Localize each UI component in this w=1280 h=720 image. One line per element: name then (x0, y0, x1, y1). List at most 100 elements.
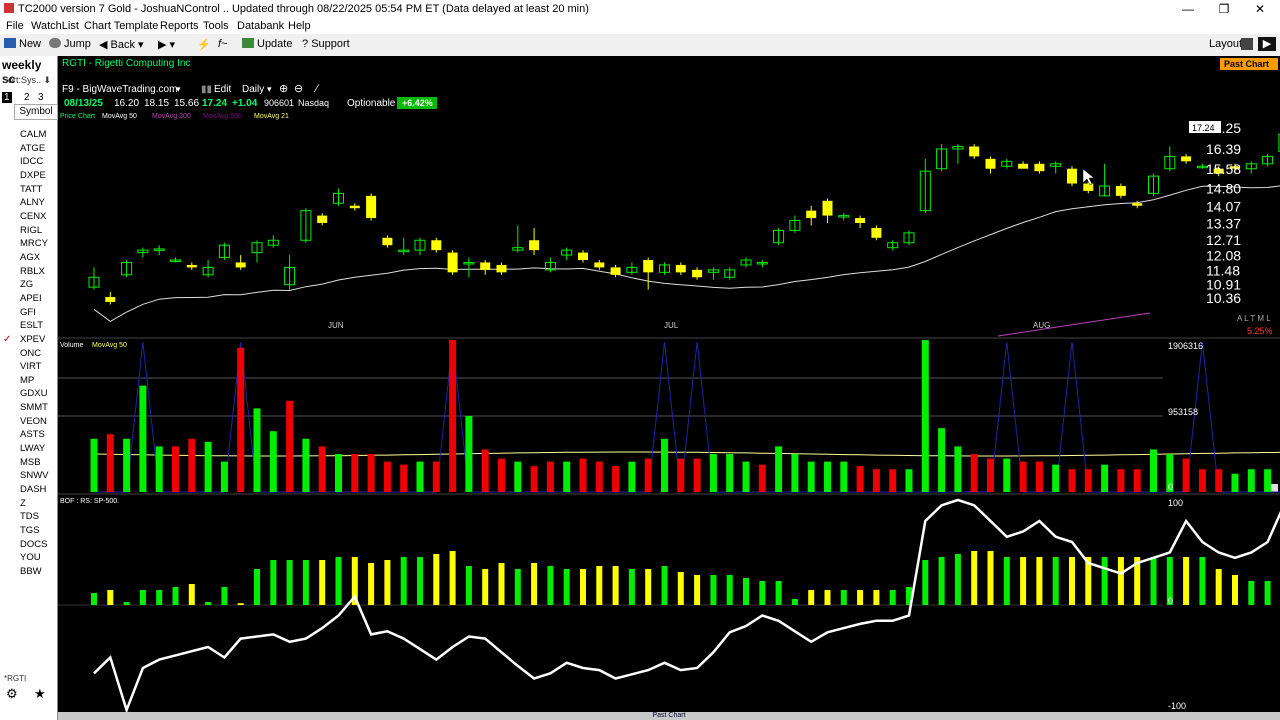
watchlist-symbol-you[interactable]: YOU (0, 551, 57, 565)
bof-bar (775, 581, 782, 605)
page-tab-2[interactable]: 2 (24, 92, 30, 103)
minimize-icon[interactable]: — (1170, 1, 1206, 17)
watchlist-symbol-veon[interactable]: VEON (0, 415, 57, 429)
watchlist-symbol-snwv[interactable]: SNWV (0, 469, 57, 483)
layout-button[interactable]: Layout (1209, 38, 1242, 50)
symbol-label: CALM (20, 129, 47, 140)
new-button[interactable]: New (4, 38, 41, 50)
bof-bar (889, 590, 896, 605)
maximize-icon[interactable]: ❐ (1206, 1, 1242, 17)
volume-bar (709, 454, 717, 492)
bof-label-minus100: -100 (1168, 701, 1186, 711)
period-dropdown-icon[interactable]: ▾ (267, 84, 272, 94)
jump-button[interactable]: Jump (49, 38, 91, 50)
legend-movavg-500[interactable]: MovAvg 500 (203, 113, 242, 120)
chart-tool-icon[interactable]: ⚙ (6, 686, 18, 702)
update-button[interactable]: Update (242, 38, 292, 50)
watchlist-symbol-bbw[interactable]: BBW (0, 565, 57, 579)
bof-bar (482, 569, 489, 605)
watchlist-symbol-mp[interactable]: MP (0, 374, 57, 388)
edit-button[interactable]: Edit (214, 84, 231, 95)
watchlist-symbol-cenx[interactable]: CENX (0, 210, 57, 224)
watchlist-symbol-eslt[interactable]: ESLT (0, 319, 57, 333)
menu-databank[interactable]: Databank (237, 20, 284, 32)
watchlist-symbol-tgs[interactable]: TGS (0, 524, 57, 538)
past-chart-badge[interactable]: Past Chart (1224, 59, 1269, 69)
watchlist-symbol-dash[interactable]: DASH (0, 483, 57, 497)
legend-price-chart[interactable]: Price Chart (60, 113, 95, 120)
watchlist-symbol-lway[interactable]: LWAY (0, 442, 57, 456)
watchlist-symbol-tds[interactable]: TDS (0, 510, 57, 524)
watchlist-symbol-mrcy[interactable]: MRCY (0, 237, 57, 251)
volume-bar (807, 461, 815, 492)
page-tab-3[interactable]: 3 (38, 92, 44, 103)
watchlist-symbol-agx[interactable]: AGX (0, 251, 57, 265)
symbol-column-header[interactable]: Symbol (14, 104, 58, 120)
watchlist-symbol-msb[interactable]: MSB (0, 456, 57, 470)
watchlist-symbol-gdxu[interactable]: GDXU (0, 387, 57, 401)
watchlist-symbol-zg[interactable]: ZG (0, 278, 57, 292)
watchlist-symbol-rblx[interactable]: RBLX (0, 265, 57, 279)
watchlist-symbol-gfi[interactable]: GFI (0, 306, 57, 320)
watchlist-symbol-calm[interactable]: CALM (0, 128, 57, 142)
watchlist-symbol-smmt[interactable]: SMMT (0, 401, 57, 415)
bof-bar (857, 590, 864, 605)
legend-volume[interactable]: Volume (60, 342, 83, 349)
video-icon[interactable]: ▶ (1258, 37, 1276, 51)
watchlist-symbol-xpev[interactable]: ✓ XPEV (0, 333, 57, 347)
zoom-in-icon[interactable]: ⊕ (279, 83, 288, 95)
legend-bof[interactable]: BOF : RS: SP-500. (60, 498, 119, 505)
volume-bar (693, 458, 701, 492)
draw-line-icon[interactable]: ∕ (313, 83, 320, 95)
volume-panel-scroll-handle[interactable] (1270, 484, 1278, 492)
legend-movavg-50[interactable]: MovAvg 50 (102, 113, 137, 120)
chart-window[interactable]: RGTI - Rigetti Computing Inc Past Chart … (58, 56, 1280, 714)
menu-chart-template[interactable]: Chart Template (84, 20, 158, 32)
menu-help[interactable]: Help (288, 20, 311, 32)
candle-body (105, 297, 116, 302)
watchlist-symbol-idcc[interactable]: IDCC (0, 155, 57, 169)
candle-body (235, 262, 246, 268)
watchlist-symbol-atge[interactable]: ATGE (0, 142, 57, 156)
legend-volume-movavg[interactable]: MovAvg 50 (92, 342, 127, 349)
symbol-label: MRCY (20, 238, 48, 250)
volume-bar (220, 461, 228, 492)
volume-bar (237, 347, 245, 492)
bof-bar (922, 560, 929, 605)
zoom-out-icon[interactable]: ⊖ (294, 83, 303, 95)
alt-tabs[interactable]: A L T M L (1237, 314, 1271, 323)
grid-layout-icon[interactable] (1241, 38, 1253, 50)
watchlist-symbol-alny[interactable]: ALNY (0, 196, 57, 210)
watchlist-symbol-apei[interactable]: APEI (0, 292, 57, 306)
layout-name[interactable]: F9 - BigWaveTrading.com (62, 84, 177, 95)
watchlist-symbol-rigl[interactable]: RIGL (0, 224, 57, 238)
support-button[interactable]: ? Support (302, 38, 350, 50)
volume-bar (465, 416, 473, 492)
symbol-label: DXPE (20, 169, 46, 181)
page-tab-1[interactable]: 1 (2, 92, 12, 103)
watchlist-symbol-asts[interactable]: ASTS (0, 428, 57, 442)
close-icon[interactable]: ✕ (1242, 1, 1278, 17)
lightning-button[interactable]: ⚡ (197, 38, 211, 51)
watchlist-symbol-tatt[interactable]: TATT (0, 183, 57, 197)
legend-movavg-200[interactable]: MovAvg 200 (152, 113, 191, 120)
layout-dropdown-icon[interactable]: ▾ (176, 84, 181, 94)
forward-button[interactable]: ▶ ▾ (158, 38, 175, 51)
legend-movavg-21[interactable]: MovAvg 21 (254, 113, 289, 120)
watchlist-symbol-z[interactable]: Z (0, 497, 57, 511)
watchlist-symbol-onc[interactable]: ONC (0, 347, 57, 361)
period-selector[interactable]: Daily (242, 84, 264, 95)
volume-bar (318, 446, 326, 492)
menu-reports[interactable]: Reports (160, 20, 199, 32)
menu-tools[interactable]: Tools (203, 20, 229, 32)
menu-file[interactable]: File (6, 20, 24, 32)
sort-selector[interactable]: Sort:Sys.. ⬇ (2, 75, 51, 86)
formula-button[interactable]: f~ (218, 38, 228, 50)
chart-canvas[interactable]: RGTI - Rigetti Computing Inc Past Chart … (58, 56, 1280, 714)
menu-watchlist[interactable]: WatchList (31, 20, 79, 32)
scan-tool-icon[interactable]: ★ (34, 686, 46, 702)
back-button[interactable]: ◀ Back ▾ (99, 38, 144, 51)
watchlist-symbol-virt[interactable]: VIRT (0, 360, 57, 374)
watchlist-symbol-docs[interactable]: DOCS (0, 538, 57, 552)
watchlist-symbol-dxpe[interactable]: DXPE (0, 169, 57, 183)
